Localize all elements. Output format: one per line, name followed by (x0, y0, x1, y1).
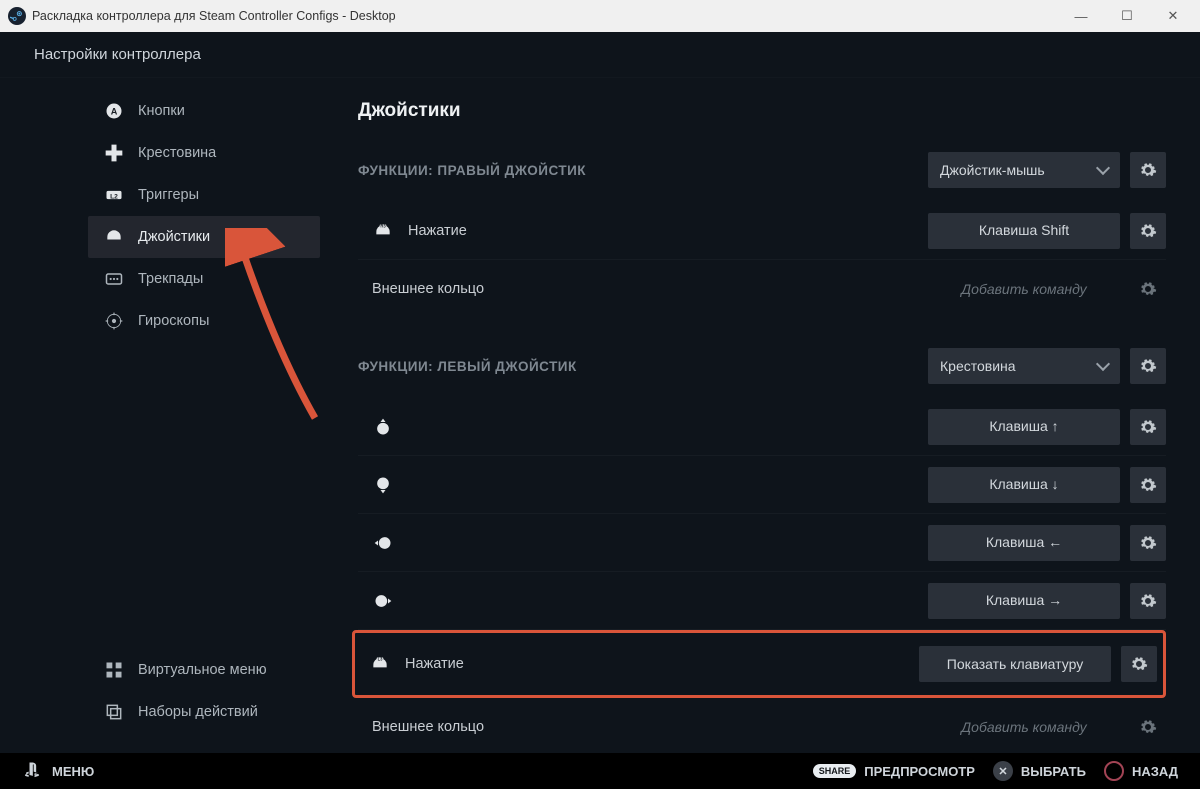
stick-right-icon (372, 590, 394, 612)
sidebar-item-buttons[interactable]: A Кнопки (88, 90, 320, 132)
sidebar-item-label: Триггеры (138, 187, 199, 203)
window-close-button[interactable]: ✕ (1150, 0, 1196, 32)
sidebar-item-joysticks[interactable]: Джойстики (88, 216, 320, 258)
window-titlebar: Раскладка контроллера для Steam Controll… (0, 0, 1200, 32)
row-label: Нажатие (405, 656, 464, 672)
trackpads-icon (104, 269, 124, 289)
select-button[interactable]: ✕ ВЫБРАТЬ (993, 761, 1086, 781)
gyro-icon (104, 311, 124, 331)
sidebar-item-virtual-menu[interactable]: Виртуальное меню (88, 649, 320, 691)
row-label: Внешнее кольцо (372, 281, 484, 297)
menu-label[interactable]: МЕНЮ (52, 764, 94, 779)
left-down-settings-button[interactable] (1130, 467, 1166, 503)
section-right-label: ФУНКЦИИ: ПРАВЫЙ ДЖОЙСТИК (358, 163, 586, 178)
steam-icon (8, 7, 26, 25)
left-left-binding-button[interactable]: Клавиша ← (928, 525, 1120, 561)
circle-icon (1104, 761, 1124, 781)
page-header: Настройки контроллера (0, 32, 1200, 78)
sidebar-item-label: Виртуальное меню (138, 662, 267, 678)
sidebar-item-label: Джойстики (138, 229, 210, 245)
joysticks-icon (104, 227, 124, 247)
cross-icon: ✕ (993, 761, 1013, 781)
dpad-icon (104, 143, 124, 163)
sidebar-item-triggers[interactable]: L2 Триггеры (88, 174, 320, 216)
left-joystick-behaviour-dropdown[interactable]: Крестовина (928, 348, 1120, 384)
sidebar-item-label: Гироскопы (138, 313, 209, 329)
share-badge: SHARE (813, 764, 857, 778)
triggers-icon: L2 (104, 185, 124, 205)
preview-button[interactable]: SHARE ПРЕДПРОСМОТР (813, 764, 975, 779)
content-title: Джойстики (358, 100, 1166, 122)
page-header-title: Настройки контроллера (34, 46, 201, 63)
window-maximize-button[interactable]: ☐ (1104, 0, 1150, 32)
left-outer-ring-add-button[interactable]: Добавить команду (928, 709, 1120, 745)
right-outer-ring-add-button[interactable]: Добавить команду (928, 271, 1120, 307)
stick-left-icon (372, 532, 394, 554)
buttons-icon: A (104, 101, 124, 121)
content: Джойстики ФУНКЦИИ: ПРАВЫЙ ДЖОЙСТИК Джойс… (320, 78, 1200, 753)
left-click-binding-button[interactable]: Показать клавиатуру (919, 646, 1111, 682)
sidebar-item-label: Кнопки (138, 103, 185, 119)
sidebar-item-label: Наборы действий (138, 704, 258, 720)
left-down-binding-button[interactable]: Клавиша ↓ (928, 467, 1120, 503)
playstation-icon (22, 760, 42, 783)
svg-text:L3: L3 (378, 657, 384, 662)
svg-text:R3: R3 (380, 223, 386, 228)
right-joystick-behaviour-dropdown[interactable]: Джойстик-мышь (928, 152, 1120, 188)
row-label: Внешнее кольцо (372, 719, 484, 735)
stick-down-icon (372, 474, 394, 496)
right-joystick-settings-button[interactable] (1130, 152, 1166, 188)
dropdown-value: Джойстик-мышь (940, 162, 1045, 178)
right-click-settings-button[interactable] (1130, 213, 1166, 249)
stick-up-icon (372, 416, 394, 438)
grid-icon (104, 660, 124, 680)
window-title: Раскладка контроллера для Steam Controll… (32, 9, 396, 23)
row-label: Нажатие (408, 223, 467, 239)
left-click-settings-button[interactable] (1121, 646, 1157, 682)
svg-text:A: A (111, 106, 118, 116)
bottom-bar: МЕНЮ SHARE ПРЕДПРОСМОТР ✕ ВЫБРАТЬ НАЗАД (0, 753, 1200, 789)
chevron-down-icon (1096, 357, 1110, 371)
section-left-label: ФУНКЦИИ: ЛЕВЫЙ ДЖОЙСТИК (358, 359, 577, 374)
right-outer-ring-settings-button[interactable] (1130, 271, 1166, 307)
sidebar: A Кнопки Крестовина L2 Триггеры Джойстик… (0, 78, 320, 753)
sidebar-item-dpad[interactable]: Крестовина (88, 132, 320, 174)
sidebar-item-label: Крестовина (138, 145, 216, 161)
l3-click-icon: L3 (369, 653, 391, 675)
svg-text:L2: L2 (110, 193, 118, 200)
layers-icon (104, 702, 124, 722)
sidebar-item-gyro[interactable]: Гироскопы (88, 300, 320, 342)
sidebar-item-label: Трекпады (138, 271, 203, 287)
right-click-binding-button[interactable]: Клавиша Shift (928, 213, 1120, 249)
chevron-down-icon (1096, 161, 1110, 175)
left-up-settings-button[interactable] (1130, 409, 1166, 445)
left-joystick-settings-button[interactable] (1130, 348, 1166, 384)
left-left-settings-button[interactable] (1130, 525, 1166, 561)
dropdown-value: Крестовина (940, 358, 1016, 374)
left-outer-ring-settings-button[interactable] (1130, 709, 1166, 745)
window-minimize-button[interactable]: — (1058, 0, 1104, 32)
r3-click-icon: R3 (372, 220, 394, 242)
left-up-binding-button[interactable]: Клавиша ↑ (928, 409, 1120, 445)
sidebar-item-trackpads[interactable]: Трекпады (88, 258, 320, 300)
left-right-settings-button[interactable] (1130, 583, 1166, 619)
sidebar-item-action-sets[interactable]: Наборы действий (88, 691, 320, 733)
back-button[interactable]: НАЗАД (1104, 761, 1178, 781)
highlight-annotation: L3 Нажатие Показать клавиатуру (352, 630, 1166, 698)
left-right-binding-button[interactable]: Клавиша → (928, 583, 1120, 619)
